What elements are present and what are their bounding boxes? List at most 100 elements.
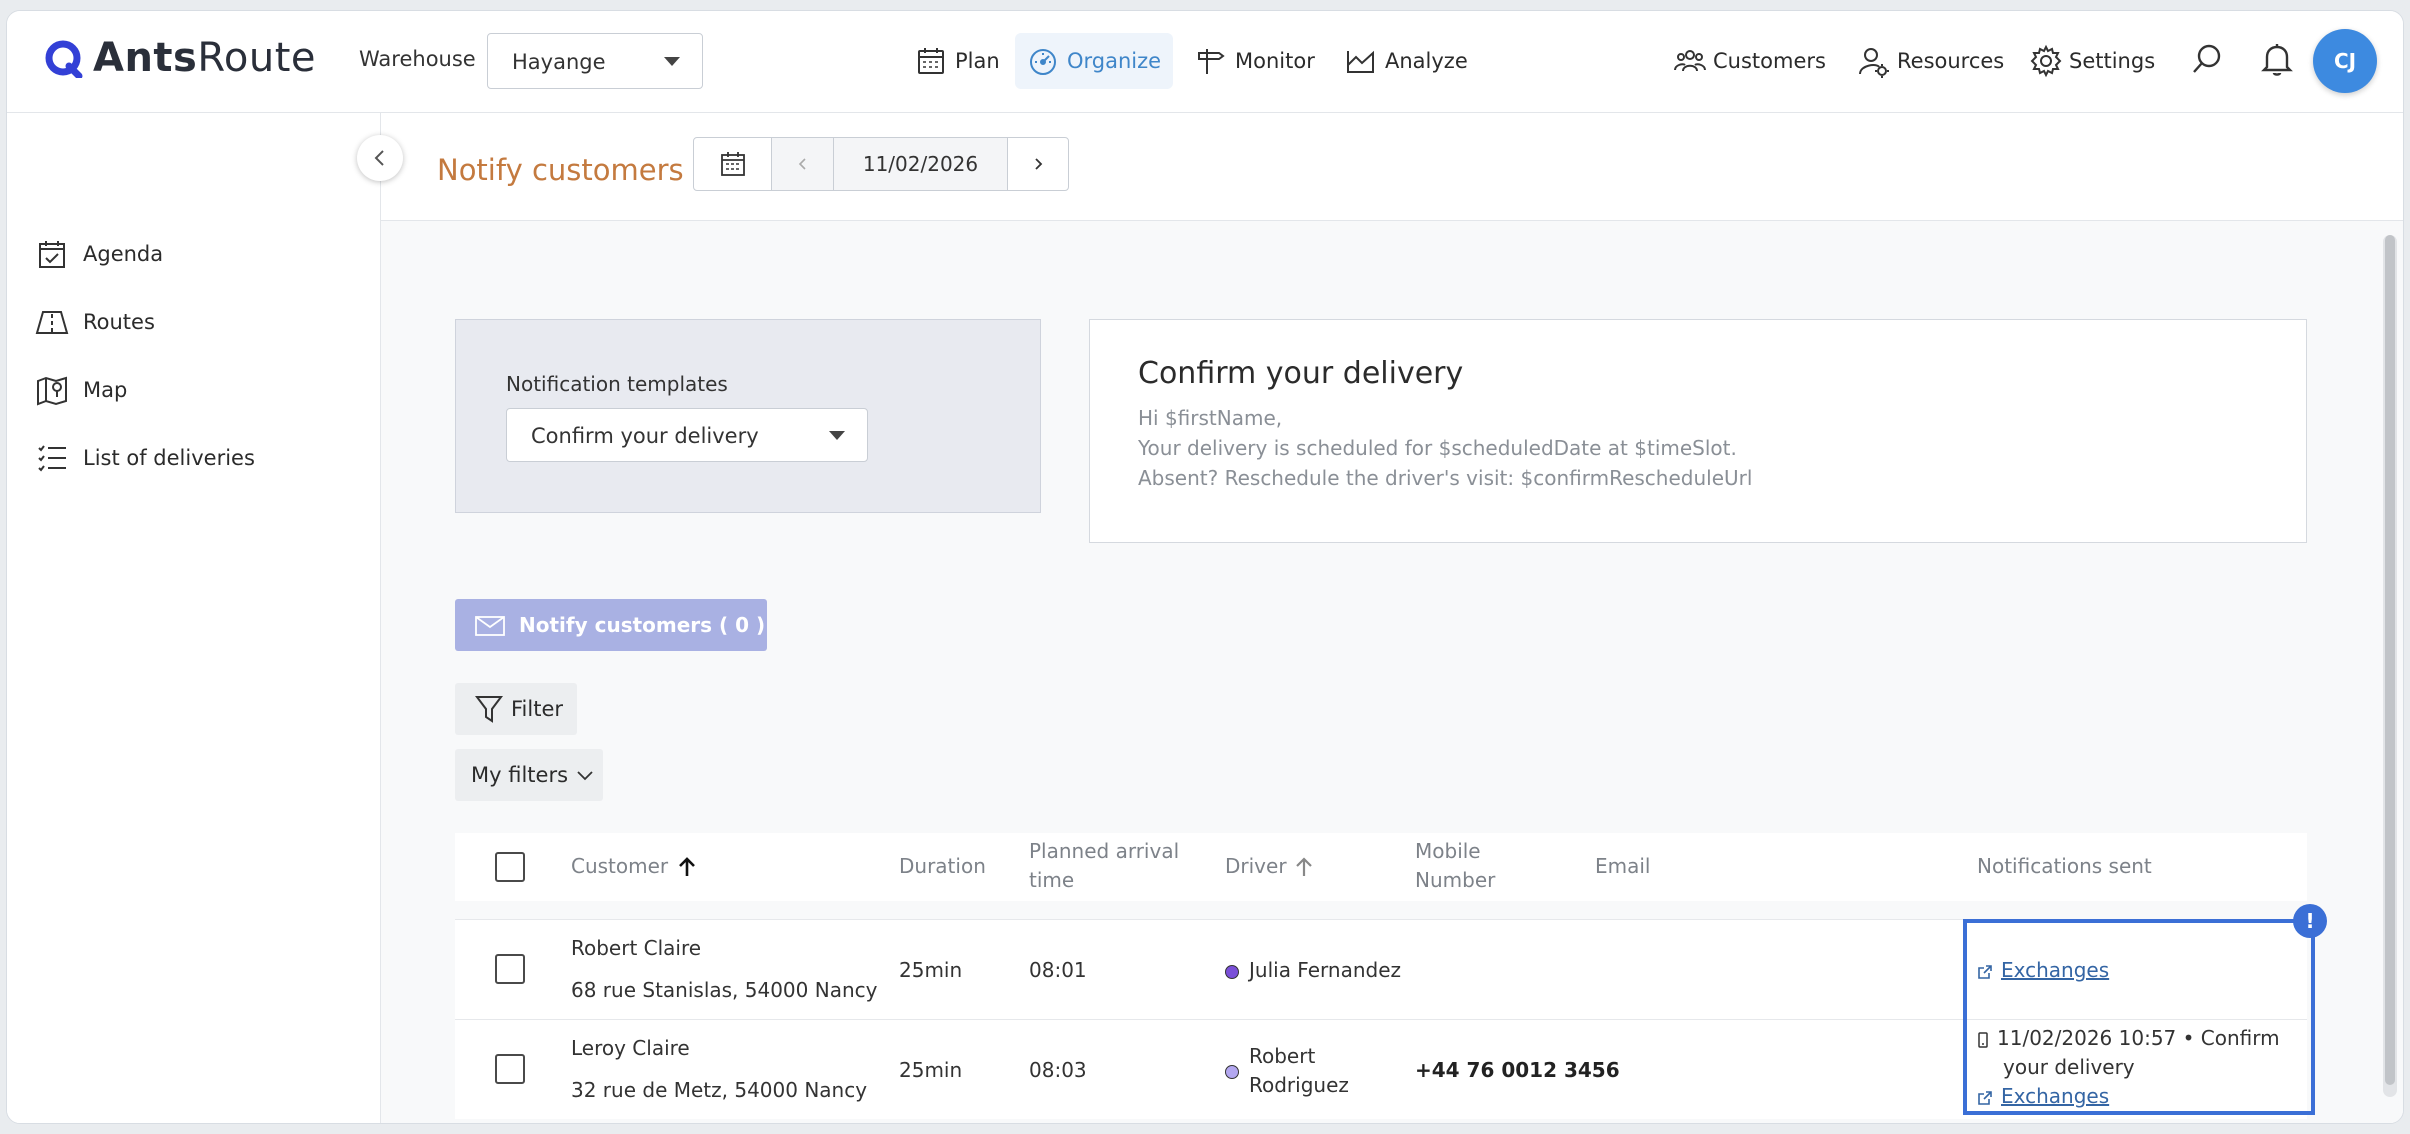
column-mobile-number[interactable]: Mobile Number (1415, 837, 1495, 895)
nav-customers[interactable]: Customers (1673, 33, 1826, 89)
column-email[interactable]: Email (1595, 852, 1651, 881)
column-driver[interactable]: Driver (1225, 852, 1313, 881)
notify-customers-button[interactable]: Notify customers ( 0 ) (455, 599, 767, 651)
driver: Robert Rodriguez (1225, 1042, 1349, 1100)
next-date-button[interactable] (1008, 138, 1068, 190)
bell-icon (2261, 44, 2293, 76)
column-mobile-label: Number (1415, 868, 1496, 892)
logo-mark-icon (45, 40, 83, 78)
map-routes-icon (35, 311, 69, 334)
planned-arrival: 08:01 (1029, 958, 1087, 982)
table-row[interactable]: Leroy Claire 32 rue de Metz, 54000 Nancy… (455, 1019, 2307, 1119)
column-planned-arrival-label: time (1029, 868, 1075, 892)
antsroute-logo[interactable]: AntsRoute (43, 35, 316, 81)
warehouse-label: Warehouse (359, 47, 476, 71)
exchanges-link-label: Exchanges (2001, 958, 2110, 982)
chevron-left-icon (374, 150, 384, 166)
my-filters-button[interactable]: My filters (455, 749, 603, 801)
nav-monitor[interactable]: Monitor (1183, 33, 1327, 89)
sidebar-item-agenda[interactable]: Agenda (35, 237, 163, 271)
nav-resources[interactable]: Resources (1857, 33, 2004, 89)
user-avatar[interactable]: CJ (2313, 29, 2377, 93)
chevron-down-icon (664, 57, 680, 66)
nav-analyze[interactable]: Analyze (1333, 33, 1480, 89)
duration: 25min (899, 1058, 963, 1082)
previous-date-button[interactable] (772, 138, 834, 190)
customer-address: 68 rue Stanislas, 54000 Nancy (571, 978, 878, 1002)
alert-badge[interactable]: ! (2293, 904, 2327, 938)
nav-analyze-label: Analyze (1385, 49, 1468, 73)
notifications-button[interactable] (2257, 37, 2297, 81)
driver-color-dot (1225, 1065, 1239, 1079)
driver-name: Robert (1249, 1044, 1316, 1068)
logo-text: AntsRoute (93, 35, 316, 81)
sidebar-item-list-label: List of deliveries (83, 446, 255, 470)
search-icon (2193, 44, 2221, 73)
envelope-icon (475, 616, 505, 636)
template-select[interactable]: Confirm your delivery (506, 408, 868, 462)
funnel-icon (475, 696, 503, 723)
column-mobile-label: Mobile (1415, 839, 1481, 863)
nav-plan[interactable]: Plan (903, 33, 1012, 89)
external-link-icon (1978, 964, 1992, 979)
arrow-up-icon (679, 856, 696, 876)
duration: 25min (899, 958, 963, 982)
filter-button[interactable]: Filter (455, 683, 577, 735)
arrow-up-icon (1295, 856, 1312, 876)
column-customer-label: Customer (571, 854, 669, 878)
warehouse-select[interactable]: Hayange (487, 33, 703, 89)
planned-arrival: 08:03 (1029, 1058, 1087, 1082)
vertical-scrollbar[interactable] (2383, 235, 2397, 1097)
chevron-right-icon (1035, 158, 1043, 170)
exchanges-link[interactable]: Exchanges (1977, 1082, 2280, 1111)
list-icon (38, 445, 66, 472)
select-all-checkbox[interactable] (495, 852, 525, 882)
app-window: AntsRoute Warehouse Hayange Plan Organiz… (6, 10, 2404, 1124)
page-title: Notify customers (437, 153, 684, 187)
customer-name: Robert Claire (571, 936, 702, 960)
nav-plan-label: Plan (955, 49, 1000, 73)
notification-text-continued: your delivery (2003, 1055, 2135, 1079)
nav-resources-label: Resources (1897, 49, 2005, 73)
calendar-icon (720, 152, 745, 176)
driver-name: Julia Fernandez (1249, 958, 1401, 982)
column-customer[interactable]: Customer (571, 852, 696, 881)
table-row[interactable]: Robert Claire 68 rue Stanislas, 54000 Na… (455, 919, 2307, 1019)
chevron-left-icon (798, 158, 806, 170)
scrollbar-thumb[interactable] (2385, 235, 2395, 1085)
sidebar-item-list-of-deliveries[interactable]: List of deliveries (35, 441, 255, 475)
signpost-icon (1198, 49, 1225, 74)
current-date[interactable]: 11/02/2026 (834, 138, 1008, 190)
sidebar-item-routes[interactable]: Routes (35, 305, 155, 339)
column-planned-arrival[interactable]: Planned arrival time (1029, 837, 1179, 895)
column-driver-label: Driver (1225, 854, 1287, 878)
nav-settings[interactable]: Settings (2029, 33, 2155, 89)
customer-address: 32 rue de Metz, 54000 Nancy (571, 1078, 868, 1102)
sidebar-item-map[interactable]: Map (35, 373, 127, 407)
date-picker-button[interactable] (694, 138, 772, 190)
exchanges-link-label: Exchanges (2001, 1084, 2110, 1108)
sidebar-item-routes-label: Routes (83, 310, 155, 334)
top-navigation-bar: AntsRoute Warehouse Hayange Plan Organiz… (7, 11, 2403, 113)
customers-icon (1674, 50, 1706, 72)
sidebar-item-map-label: Map (83, 378, 128, 402)
nav-monitor-label: Monitor (1235, 49, 1315, 73)
customer-name: Leroy Claire (571, 1036, 690, 1060)
exchanges-link[interactable]: Exchanges (1977, 958, 2109, 982)
row-checkbox[interactable] (495, 1054, 525, 1084)
nav-organize[interactable]: Organize (1015, 33, 1174, 89)
column-notifications-sent[interactable]: Notifications sent (1977, 852, 2152, 881)
search-button[interactable] (2187, 37, 2227, 81)
sidebar-collapse-button[interactable] (357, 135, 403, 181)
mobile-number: +44 76 0012 3456 (1415, 1058, 1620, 1082)
driver-color-dot (1225, 964, 1239, 979)
notification-text: 11/02/2026 10:57 • Confirm (1997, 1026, 2280, 1050)
calendar-check-icon (39, 241, 65, 268)
resources-icon (1859, 48, 1889, 78)
nav-organize-label: Organize (1067, 49, 1162, 73)
column-duration[interactable]: Duration (899, 852, 986, 881)
nav-settings-label: Settings (2069, 49, 2156, 73)
row-checkbox[interactable] (495, 954, 525, 984)
chevron-down-icon (577, 771, 593, 781)
main-content: Notification templates Confirm your deli… (381, 221, 2403, 1123)
